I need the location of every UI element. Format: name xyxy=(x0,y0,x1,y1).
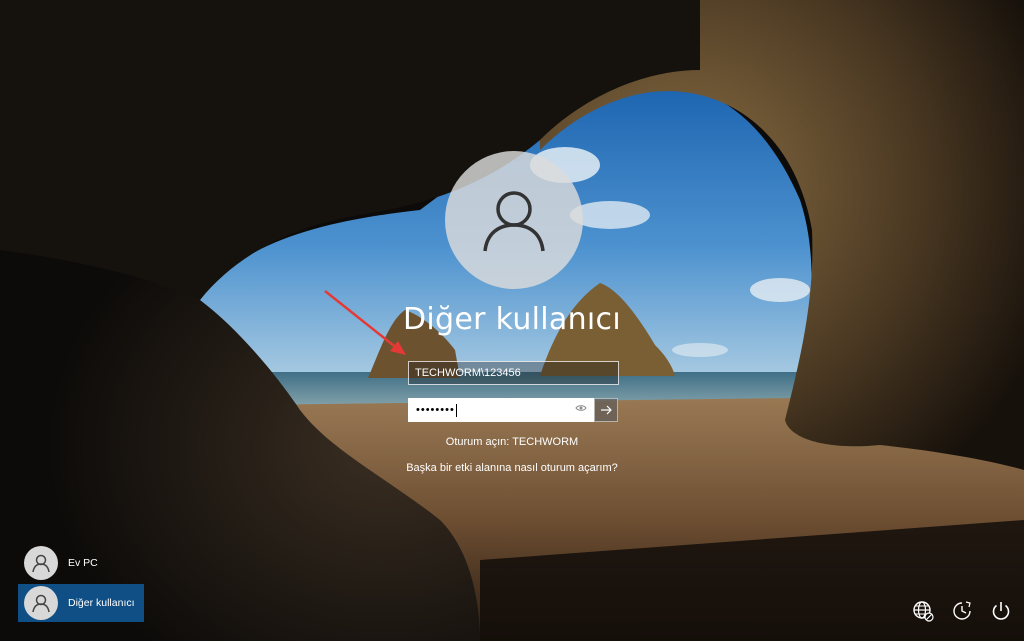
arrow-right-icon xyxy=(601,405,612,415)
other-domain-help-link[interactable]: Başka bir etki alanına nasıl oturum açar… xyxy=(0,462,1024,474)
user-item-label: Ev PC xyxy=(68,557,98,569)
network-icon xyxy=(912,600,934,622)
user-icon xyxy=(32,554,50,573)
system-tray xyxy=(910,598,1013,623)
network-button[interactable] xyxy=(910,598,935,623)
power-icon xyxy=(992,601,1009,620)
reveal-password-icon[interactable] xyxy=(574,403,588,417)
user-avatar-small xyxy=(24,546,58,580)
user-icon xyxy=(483,191,545,252)
submit-arrow-button[interactable] xyxy=(594,398,618,422)
power-button[interactable] xyxy=(988,598,1013,623)
password-mask: •••••••• xyxy=(416,404,455,416)
password-row: •••••••• xyxy=(408,398,618,422)
text-caret xyxy=(455,403,457,417)
username-field[interactable]: TECHWORM\123456 xyxy=(408,361,619,385)
ease-of-access-icon xyxy=(952,600,971,620)
user-item-diger-kullanici[interactable]: Diğer kullanıcı xyxy=(18,584,144,622)
ease-of-access-button[interactable] xyxy=(949,598,974,623)
sign-in-domain-text: Oturum açın: TECHWORM xyxy=(445,436,579,448)
user-avatar-large xyxy=(445,151,583,289)
user-avatar-small xyxy=(24,586,58,620)
user-item-ev-pc[interactable]: Ev PC xyxy=(18,544,144,582)
user-icon xyxy=(32,594,50,613)
password-field[interactable]: •••••••• xyxy=(408,398,594,422)
user-item-label: Diğer kullanıcı xyxy=(68,597,135,609)
user-display-name: Diğer kullanıcı xyxy=(402,302,621,337)
user-switcher: Ev PC Diğer kullanıcı xyxy=(18,544,144,622)
